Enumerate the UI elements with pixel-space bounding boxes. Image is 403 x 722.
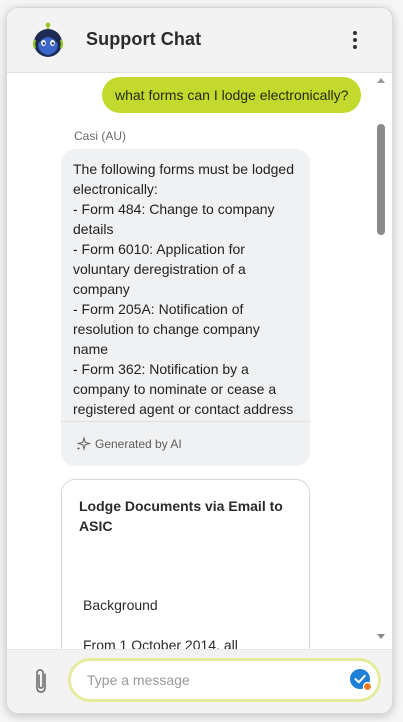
chat-title: Support Chat xyxy=(86,29,202,49)
article-card-heading: Background xyxy=(83,597,158,613)
message-input[interactable] xyxy=(87,667,337,693)
robot-avatar-icon xyxy=(32,22,64,57)
article-card-snippet: From 1 October 2014, all xyxy=(83,637,238,649)
bot-sender-name: Casi (AU) xyxy=(74,129,127,143)
composer-bar xyxy=(7,649,392,713)
message-list[interactable]: what forms can I lodge electronically? C… xyxy=(7,73,392,649)
more-vertical-icon xyxy=(353,31,357,35)
chat-header: Support Chat xyxy=(7,8,392,73)
user-message-bubble: what forms can I lodge electronically? xyxy=(102,77,362,113)
scrollbar-thumb[interactable] xyxy=(377,124,385,235)
bubble-divider xyxy=(61,421,310,422)
message-input-container[interactable] xyxy=(68,658,381,702)
article-card-title[interactable]: Lodge Documents via Email to ASIC xyxy=(79,496,294,536)
bot-message-text: The following forms must be lodged elect… xyxy=(73,161,294,417)
scroll-down-arrow-icon[interactable] xyxy=(376,633,386,641)
generated-by-ai-label: Generated by AI xyxy=(95,437,182,451)
support-chat-widget: Support Chat what forms can I lodge elec… xyxy=(6,7,393,714)
paperclip-icon[interactable] xyxy=(32,667,50,695)
send-icon[interactable] xyxy=(349,668,373,692)
article-card[interactable]: Lodge Documents via Email to ASIC Backgr… xyxy=(61,479,310,649)
more-options-button[interactable] xyxy=(345,28,365,52)
scroll-up-arrow-icon[interactable] xyxy=(376,76,386,84)
bot-message-bubble: The following forms must be lodged elect… xyxy=(61,149,310,466)
sparkle-icon xyxy=(76,436,91,452)
